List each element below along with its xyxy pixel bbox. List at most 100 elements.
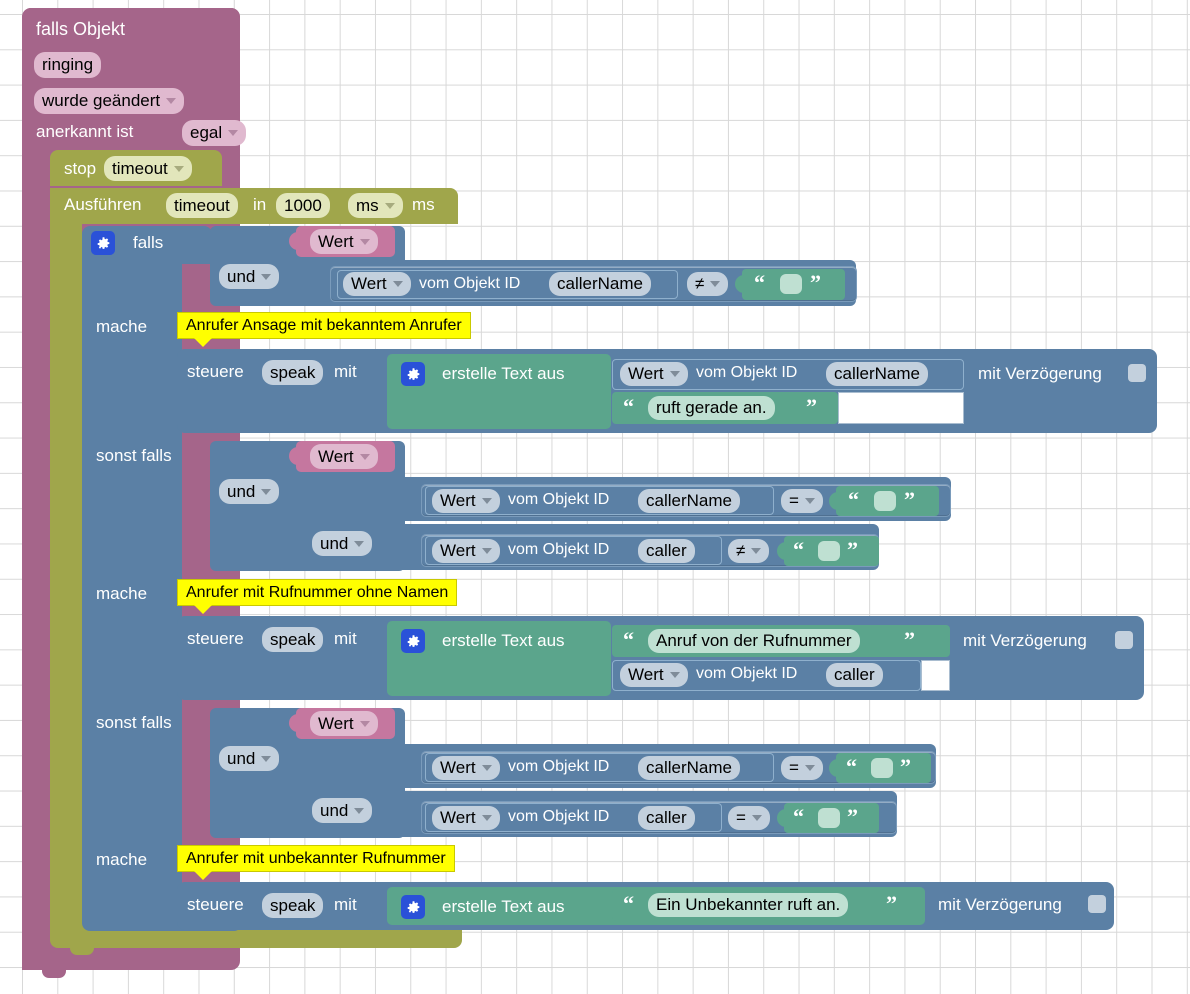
quote-close-icon: ” [847,537,858,562]
branch-1-object-id-value: callerName [557,274,643,293]
branch-2-operator-und-1-value: und [227,481,256,501]
branch-2-comp-2-operator-value: ≠ [736,541,746,560]
event-object-id-field[interactable]: ringing [34,52,102,78]
blockly-workspace[interactable]: falls Objekt ringing wurde geändert aner… [0,0,1190,994]
branch-2-comment-text: Anrufer mit Rufnummer ohne Namen [186,583,449,601]
branch-1-getvalue-text: Wert [351,274,387,293]
branch-2-comp-2-operator[interactable]: ≠ [728,539,770,563]
quote-open-icon: “ [846,754,857,779]
branch-2-comp-1-value: Wert [440,491,476,510]
branch-2-do-label: mache [96,584,148,603]
chevron-down-icon [669,371,680,377]
quote-open-icon: “ [754,270,765,295]
branch-3-control-target[interactable]: speak [262,893,324,918]
branch-3-with-label: mit [334,895,357,914]
chevron-down-icon [669,672,680,678]
branch-1-part-0-dropdown[interactable]: Wert [620,362,688,386]
branch-3-comp-2-value: Wert [440,808,476,827]
event-block-bottom-notch [42,968,66,978]
branch-2-comp-2-empty-field[interactable] [818,541,840,561]
branch-2-comment[interactable]: Anrufer mit Rufnummer ohne Namen [177,579,458,614]
branch-3-operator-und-2[interactable]: und [312,798,373,823]
quote-close-icon: ” [904,487,915,512]
branch-2-delay-checkbox[interactable] [1115,631,1133,649]
chevron-down-icon [261,273,272,280]
branch-2-value-dropdown[interactable]: Wert [310,444,378,469]
branch-2-comp-2-dropdown[interactable]: Wert [432,539,500,563]
branch-2-delay-label: mit Verzögerung [963,631,1087,650]
branch-3-comment[interactable]: Anrufer mit unbekannter Rufnummer [177,845,455,880]
quote-open-icon: “ [793,804,804,829]
branch-3-value-dropdown[interactable]: Wert [310,711,378,736]
quote-close-icon: ” [810,270,821,295]
branch-3-condition-inner [296,742,371,838]
chevron-down-icon [710,281,721,287]
branch-1-compare-operator[interactable]: ≠ [687,272,729,296]
branch-1-getvalue-dropdown[interactable]: Wert [343,272,411,296]
quote-open-icon: “ [623,627,634,652]
event-ack-dropdown[interactable]: egal [182,120,247,146]
gear-icon[interactable] [401,895,425,919]
quote-close-icon: ” [886,891,897,916]
timer-delay-input[interactable]: 1000 [276,193,330,218]
gear-icon[interactable] [401,629,425,653]
event-change-mode-dropdown[interactable]: wurde geändert [34,88,185,114]
branch-1-do-label: mache [96,317,148,336]
branch-3-part-0-text-field[interactable]: Ein Unbekannter ruft an. [648,893,849,917]
branch-1-delay-checkbox[interactable] [1128,364,1146,382]
branch-2-comp-2-object[interactable]: caller [638,539,695,563]
branch-3-control-target-value: speak [270,895,316,915]
chevron-down-icon [359,238,370,245]
chevron-down-icon [354,807,365,814]
timer-stop-name-dropdown[interactable]: timeout [104,156,192,181]
branch-3-comp-2-object[interactable]: caller [638,806,695,830]
branch-3-delay-label: mit Verzögerung [938,895,1062,914]
timer-unit-dropdown[interactable]: ms [348,193,403,218]
branch-3-value-text: Wert [318,713,354,733]
branch-3-comp-2-operator[interactable]: = [728,806,770,830]
gear-icon[interactable] [401,362,425,386]
branch-2-part-0-text-field[interactable]: Anruf von der Rufnummer [648,629,860,653]
branch-2-part-1-dropdown[interactable]: Wert [620,663,688,687]
branch-3-comp-2-object-value: caller [646,808,687,827]
event-ack-label: anerkannt ist [36,122,134,141]
branch-1-part-0-object-value: callerName [834,364,920,383]
branch-3-comp-1-empty-field[interactable] [871,758,893,778]
branch-2-part-1-object[interactable]: caller [826,663,883,687]
timer-stop-label: stop [64,159,97,178]
branch-3-comp-1-object[interactable]: callerName [638,756,740,780]
branch-1-control-target[interactable]: speak [262,360,324,385]
branch-2-comp-1-object-value: callerName [646,491,732,510]
branch-1-comment[interactable]: Anrufer Ansage mit bekanntem Anrufer [177,312,471,347]
branch-1-part-1-text-field[interactable]: ruft gerade an. [648,396,775,420]
chevron-down-icon [359,720,370,727]
branch-2-operator-und-1[interactable]: und [219,479,280,504]
timer-run-name-field[interactable]: timeout [166,193,238,218]
branch-1-empty-text-field[interactable] [780,274,802,294]
branch-1-operator-und[interactable]: und [219,264,280,289]
branch-1-of-object-label: vom Objekt ID [419,275,521,292]
if-label: falls [133,233,164,252]
branch-3-control-label: steuere [187,895,244,914]
branch-1-comment-text: Anrufer Ansage mit bekanntem Anrufer [186,316,462,334]
branch-2-comp-1-operator[interactable]: = [781,489,823,513]
branch-1-part-0-object[interactable]: callerName [826,362,928,386]
branch-3-delay-checkbox[interactable] [1088,895,1106,913]
branch-2-comp-1-object[interactable]: callerName [638,489,740,513]
branch-2-comp-1-empty-field[interactable] [874,491,896,511]
branch-3-comp-2-dropdown[interactable]: Wert [432,806,500,830]
branch-3-comp-2-empty-field[interactable] [818,808,840,828]
branch-3-comp-1-dropdown[interactable]: Wert [432,756,500,780]
quote-open-icon: “ [793,537,804,562]
branch-2-operator-und-2[interactable]: und [312,531,373,556]
branch-1-value-dropdown[interactable]: Wert [310,229,378,254]
branch-3-operator-und-1[interactable]: und [219,746,280,771]
branch-2-control-target[interactable]: speak [262,627,324,652]
branch-2-comp-1-of-label: vom Objekt ID [508,491,610,508]
branch-2-comp-1-dropdown[interactable]: Wert [432,489,500,513]
quote-close-icon: ” [900,754,911,779]
gear-icon[interactable] [91,231,115,255]
branch-2-comp-2-value: Wert [440,541,476,560]
branch-1-object-id-field[interactable]: callerName [549,272,651,296]
branch-3-comp-1-operator[interactable]: = [781,756,823,780]
